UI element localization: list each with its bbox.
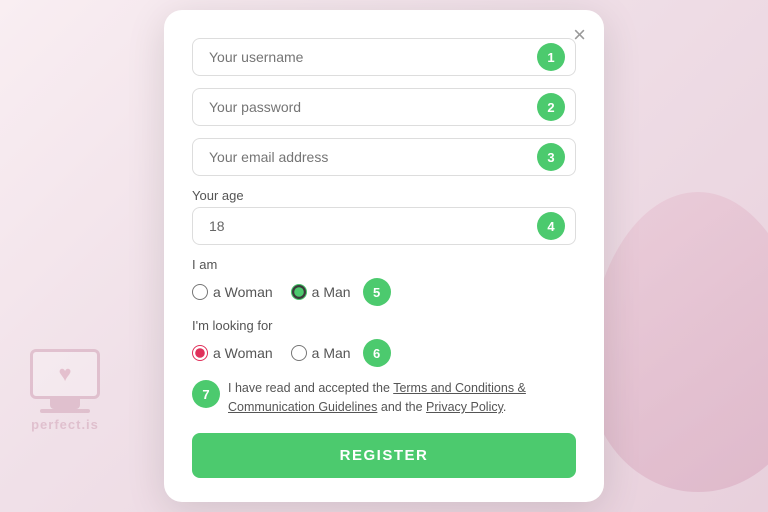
terms-text-after: . — [503, 400, 506, 414]
looking-for-label: I'm looking for — [192, 318, 576, 333]
terms-text-middle: and the — [377, 400, 426, 414]
registration-modal: × 1 2 3 Your age 4 I am — [164, 10, 604, 502]
password-input[interactable] — [203, 89, 537, 125]
email-field-group: 3 — [192, 138, 576, 176]
step-badge-1: 1 — [537, 43, 565, 71]
i-am-man-radio[interactable] — [291, 284, 307, 300]
password-field-group: 2 — [192, 88, 576, 126]
step-badge-2: 2 — [537, 93, 565, 121]
watermark-monitor: ♥ — [30, 349, 100, 399]
i-am-label: I am — [192, 257, 576, 272]
privacy-link[interactable]: Privacy Policy — [426, 400, 503, 414]
looking-for-options-row: a Woman a Man 6 — [192, 339, 576, 367]
age-input-row: 4 — [192, 207, 576, 245]
watermark-stand — [50, 399, 80, 409]
terms-text-before: I have read and accepted the — [228, 381, 393, 395]
i-am-radio-row: a Woman a Man — [192, 284, 351, 300]
username-field-group: 1 — [192, 38, 576, 76]
look-man-radio[interactable] — [291, 345, 307, 361]
email-input[interactable] — [203, 139, 537, 175]
terms-text: I have read and accepted the Terms and C… — [228, 379, 576, 417]
i-am-woman-label: a Woman — [213, 284, 273, 300]
step-badge-4: 4 — [537, 212, 565, 240]
step-badge-3: 3 — [537, 143, 565, 171]
step-badge-6: 6 — [363, 339, 391, 367]
i-am-options-row: a Woman a Man 5 — [192, 278, 576, 306]
age-field-group: Your age 4 — [192, 188, 576, 245]
terms-row: 7 I have read and accepted the Terms and… — [192, 379, 576, 417]
i-am-section: I am a Woman a Man 5 — [192, 257, 576, 306]
watermark-base — [40, 409, 90, 413]
register-button[interactable]: REGISTER — [192, 433, 576, 478]
looking-for-radio-row: a Woman a Man — [192, 345, 351, 361]
i-am-man-label: a Man — [312, 284, 351, 300]
watermark-text: perfect.is — [31, 417, 99, 432]
age-label: Your age — [192, 188, 576, 203]
looking-for-section: I'm looking for a Woman a Man 6 — [192, 318, 576, 367]
i-am-woman-radio[interactable] — [192, 284, 208, 300]
look-woman-option[interactable]: a Woman — [192, 345, 273, 361]
i-am-woman-option[interactable]: a Woman — [192, 284, 273, 300]
password-input-row: 2 — [192, 88, 576, 126]
step-badge-7: 7 — [192, 380, 220, 408]
watermark: ♥ perfect.is — [30, 349, 100, 432]
heart-icon: ♥ — [58, 361, 71, 387]
username-input[interactable] — [203, 39, 537, 75]
step-badge-5: 5 — [363, 278, 391, 306]
email-input-row: 3 — [192, 138, 576, 176]
look-man-option[interactable]: a Man — [291, 345, 351, 361]
username-input-row: 1 — [192, 38, 576, 76]
age-input[interactable] — [203, 208, 537, 244]
look-man-label: a Man — [312, 345, 351, 361]
look-woman-radio[interactable] — [192, 345, 208, 361]
i-am-man-option[interactable]: a Man — [291, 284, 351, 300]
look-woman-label: a Woman — [213, 345, 273, 361]
